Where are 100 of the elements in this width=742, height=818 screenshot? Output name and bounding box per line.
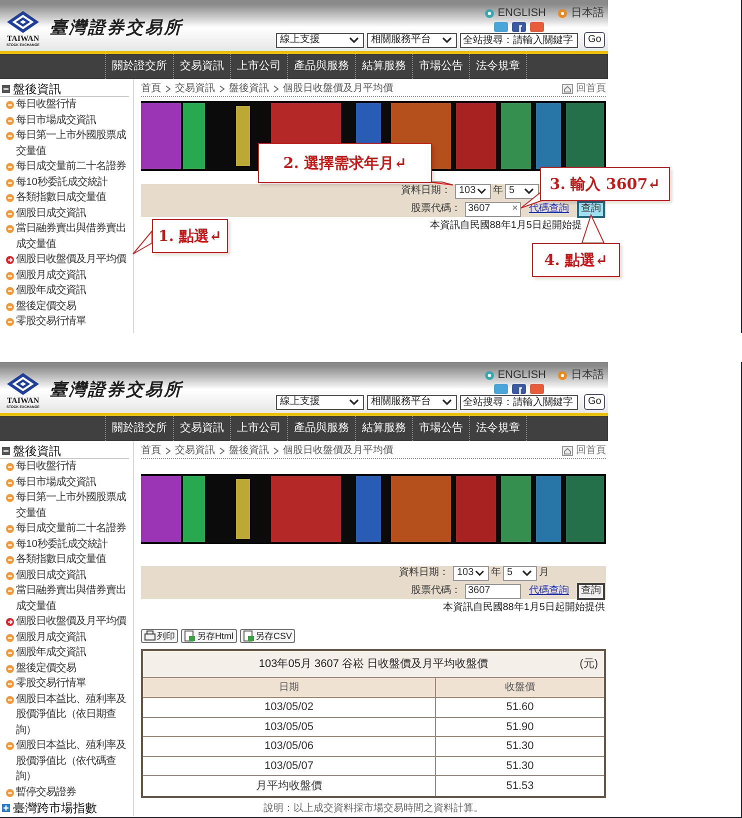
- breadcrumb-link[interactable]: 交易資訊: [175, 446, 215, 456]
- dropdown[interactable]: 線上支援: [276, 32, 364, 48]
- sidebar-section-title[interactable]: 臺灣跨市場指數: [13, 802, 97, 814]
- sidebar-link[interactable]: 個股年成交資訊: [16, 283, 132, 298]
- chevron-icon: [273, 84, 279, 92]
- sidebar-section-title[interactable]: 盤後資訊: [13, 444, 61, 456]
- unit-label: 年: [491, 568, 501, 578]
- query-button[interactable]: 查詢: [577, 582, 605, 600]
- sidebar-link[interactable]: 個股日本益比、殖利率及股價淨值比（依代碼查詢）: [16, 738, 132, 784]
- breadcrumb-link[interactable]: 盤後資訊: [229, 84, 269, 94]
- breadcrumb-link[interactable]: 交易資訊: [175, 84, 215, 94]
- caret-icon: [441, 35, 453, 45]
- select-field[interactable]: 103: [455, 184, 491, 198]
- go-button[interactable]: Go: [584, 394, 606, 410]
- sidebar-link[interactable]: 每日收盤行情: [16, 97, 132, 112]
- sidebar-link[interactable]: 個股日本益比、殖利率及股價淨值比（依日期查詢）: [16, 692, 132, 738]
- sidebar-link[interactable]: 個股日成交資訊: [16, 568, 132, 583]
- stock-code-field[interactable]: 3607 ×: [465, 202, 521, 216]
- export-button[interactable]: 列印: [141, 629, 178, 643]
- sidebar-link[interactable]: 每日市場成交資訊: [16, 474, 132, 490]
- select-field[interactable]: 5: [503, 566, 537, 580]
- sidebar-link[interactable]: 零股交易行情單: [16, 314, 132, 330]
- select-field[interactable]: 5: [505, 184, 539, 198]
- language-link[interactable]: 日本語: [571, 8, 604, 19]
- sidebar-link[interactable]: 個股日成交資訊: [16, 206, 132, 221]
- sidebar-link[interactable]: 每日成交量前二十名證券: [16, 521, 132, 536]
- sidebar-link[interactable]: 暫停交易證券: [16, 784, 132, 800]
- home-icon[interactable]: [562, 84, 573, 94]
- table-cell-text: 103/05/05: [264, 720, 314, 734]
- nav-item[interactable]: 產品與服務: [287, 54, 355, 79]
- sidebar-section-title[interactable]: 盤後資訊: [13, 82, 61, 94]
- select-field[interactable]: 103: [453, 566, 489, 580]
- nav-item[interactable]: 法令規章: [469, 54, 527, 79]
- home-link[interactable]: 回首頁: [576, 84, 606, 94]
- caret-icon: [441, 397, 453, 407]
- query-button[interactable]: 查詢: [577, 200, 605, 218]
- unit-label: (元): [580, 656, 598, 672]
- breadcrumb-link[interactable]: 個股日收盤價及月平均價: [283, 84, 393, 94]
- stock-code-field[interactable]: 3607: [465, 584, 521, 598]
- expand-icon[interactable]: [2, 804, 10, 812]
- bullet-icon: [484, 9, 494, 18]
- sidebar-link[interactable]: 零股交易行情單: [16, 676, 132, 692]
- nav-item[interactable]: 市場公告: [412, 416, 469, 441]
- bullet-icon: [484, 371, 494, 380]
- sidebar-link[interactable]: 各類指數日成交量值: [16, 552, 132, 568]
- sidebar-link[interactable]: 每10秒委託成交統計: [16, 174, 132, 190]
- sidebar-link[interactable]: 當日融券賣出與借券賣出成交量值: [16, 221, 132, 252]
- nav-item[interactable]: 結算服務: [355, 416, 412, 441]
- sidebar-link[interactable]: 每日成交量前二十名證券: [16, 159, 132, 174]
- nav-item[interactable]: 市場公告: [412, 54, 469, 79]
- sidebar-link[interactable]: 個股月成交資訊: [16, 268, 132, 283]
- search-field[interactable]: 全站搜尋：請輸入關鍵字: [460, 32, 578, 48]
- nav-item[interactable]: 關於證交所: [105, 54, 173, 79]
- nav-item[interactable]: 交易資訊: [173, 54, 230, 79]
- dropdown[interactable]: 相關服務平台: [367, 394, 457, 410]
- nav-item[interactable]: 產品與服務: [287, 416, 355, 441]
- dropdown[interactable]: 線上支援: [276, 394, 364, 410]
- sidebar-link[interactable]: 每10秒委託成交統計: [16, 536, 132, 552]
- language-link[interactable]: 日本語: [571, 370, 604, 381]
- go-button[interactable]: Go: [584, 32, 606, 48]
- sidebar-link[interactable]: 當日融券賣出與借券賣出成交量值: [16, 583, 132, 614]
- field-label: 資料日期：: [399, 568, 449, 578]
- code-lookup-link[interactable]: 代碼查詢: [529, 586, 569, 596]
- nav-item[interactable]: 結算服務: [355, 54, 412, 79]
- sidebar-link[interactable]: 個股日收盤價及月平均價: [16, 252, 132, 268]
- nav-item[interactable]: 關於證交所: [105, 416, 173, 441]
- export-button[interactable]: 另存Html: [181, 629, 236, 643]
- info-note: 本資訊自民國88年1月5日起開始提: [428, 219, 583, 233]
- sidebar-link[interactable]: 每日市場成交資訊: [16, 112, 132, 128]
- sidebar-link[interactable]: 個股月成交資訊: [16, 630, 132, 645]
- breadcrumb-link[interactable]: 盤後資訊: [229, 446, 269, 456]
- nav-item[interactable]: 上市公司: [230, 54, 287, 79]
- sidebar-link[interactable]: 個股日收盤價及月平均價: [16, 614, 132, 630]
- sidebar-link[interactable]: 每日第一上市外國股票成交量值: [16, 128, 132, 159]
- home-icon[interactable]: [562, 446, 573, 456]
- dropdown[interactable]: 相關服務平台: [367, 32, 457, 48]
- table-cell-text: 103/05/07: [264, 758, 314, 774]
- export-button[interactable]: 另存CSV: [240, 629, 296, 643]
- chevron-icon: [165, 446, 171, 454]
- sidebar-link[interactable]: 每日第一上市外國股票成交量值: [16, 490, 132, 521]
- nav-item[interactable]: 上市公司: [230, 416, 287, 441]
- caret-icon: [521, 568, 533, 578]
- file-icon: [242, 630, 254, 642]
- sidebar-link[interactable]: 盤後定價交易: [16, 298, 132, 314]
- sidebar-link[interactable]: 每日收盤行情: [16, 459, 132, 474]
- breadcrumb-link[interactable]: 首頁: [141, 446, 161, 456]
- collapse-icon[interactable]: [2, 84, 10, 92]
- breadcrumb-link[interactable]: 首頁: [141, 84, 161, 94]
- nav-item[interactable]: 交易資訊: [173, 416, 230, 441]
- home-link[interactable]: 回首頁: [576, 446, 606, 456]
- search-field[interactable]: 全站搜尋：請輸入關鍵字: [460, 394, 578, 410]
- callout-pointer: [581, 214, 605, 244]
- language-link[interactable]: ENGLISH: [498, 8, 546, 19]
- nav-item[interactable]: 法令規章: [469, 416, 527, 441]
- sidebar-link[interactable]: 各類指數日成交量值: [16, 190, 132, 206]
- sidebar-link[interactable]: 盤後定價交易: [16, 660, 132, 676]
- language-link[interactable]: ENGLISH: [498, 370, 546, 381]
- breadcrumb-link[interactable]: 個股日收盤價及月平均價: [283, 446, 393, 456]
- collapse-icon[interactable]: [2, 446, 10, 454]
- sidebar-link[interactable]: 個股年成交資訊: [16, 645, 132, 660]
